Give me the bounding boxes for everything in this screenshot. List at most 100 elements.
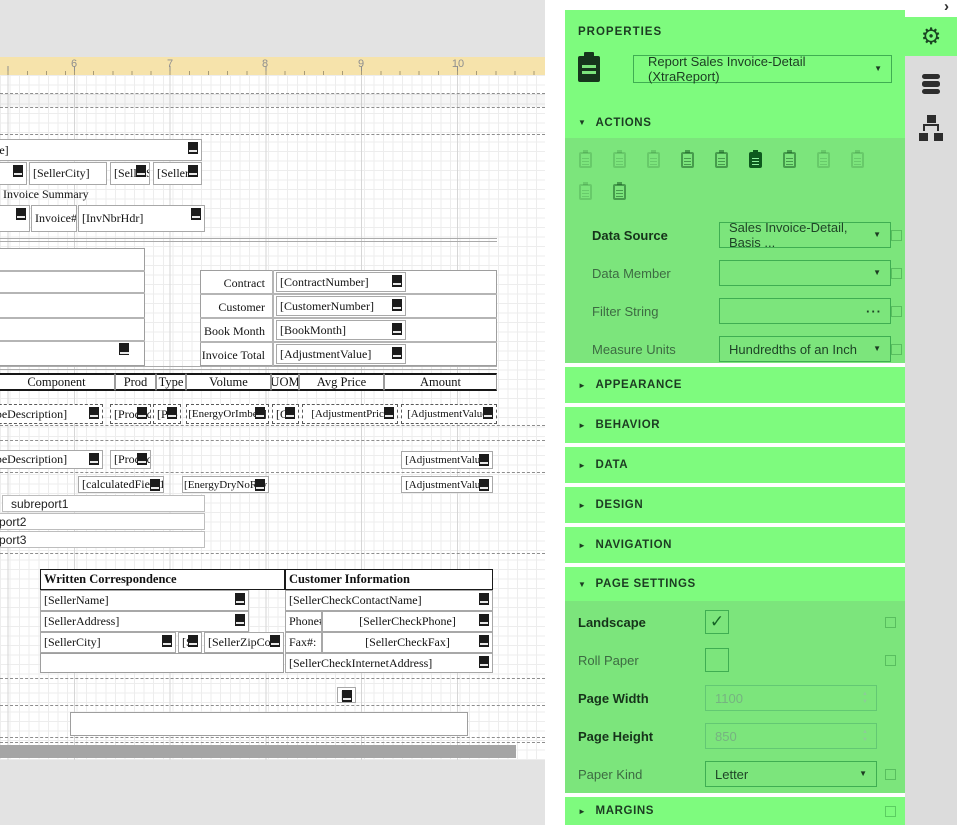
smart-tag-icon[interactable] bbox=[479, 635, 489, 647]
field-energy-or-imbed[interactable]: [EnergyOrImbed] bbox=[186, 404, 269, 424]
label-contract[interactable]: Contract bbox=[196, 274, 268, 292]
field-contract-number[interactable]: [ContractNumber] bbox=[276, 272, 406, 292]
smart-tag-icon[interactable] bbox=[119, 343, 129, 355]
label-customer[interactable]: Customer bbox=[196, 298, 268, 316]
field-adjustment-price[interactable]: [AdjustmentPrice bbox=[302, 404, 398, 424]
col-header-type[interactable]: Type bbox=[156, 373, 186, 391]
field-seller-check-phone[interactable]: [SellerCheckPhone] bbox=[322, 611, 493, 632]
smart-tag-icon[interactable] bbox=[188, 142, 198, 154]
header-written-correspondence[interactable]: Written Correspondence bbox=[40, 569, 285, 590]
field-book-month[interactable]: [BookMonth] bbox=[276, 320, 406, 340]
label-invoice-total[interactable]: Invoice Total bbox=[196, 346, 268, 364]
field-cut[interactable]: ] bbox=[0, 205, 30, 232]
subreport3[interactable]: subreport3 bbox=[0, 531, 205, 548]
field-uom[interactable]: [Or bbox=[272, 404, 299, 424]
field-seller-check-fax[interactable]: [SellerCheckFax] bbox=[322, 632, 493, 653]
field-seller-zip[interactable]: [Seller bbox=[153, 162, 202, 185]
collapse-panel-chevron[interactable]: › bbox=[944, 0, 949, 15]
filter-string-input[interactable]: ··· bbox=[719, 298, 891, 324]
smart-tag-icon[interactable] bbox=[384, 407, 394, 419]
smart-tag-icon[interactable] bbox=[479, 593, 489, 605]
smart-tag-icon[interactable] bbox=[255, 407, 265, 419]
property-marker-checkbox[interactable] bbox=[885, 769, 896, 780]
smart-tag-icon[interactable] bbox=[342, 690, 352, 702]
smart-tag-icon[interactable] bbox=[392, 347, 402, 359]
smart-tag-icon[interactable] bbox=[392, 323, 402, 335]
section-header-actions[interactable]: ▼ ACTIONS bbox=[578, 117, 651, 129]
subreport1[interactable]: subreport1 bbox=[2, 495, 205, 512]
smart-tag[interactable] bbox=[119, 342, 131, 356]
smart-tag-icon[interactable] bbox=[167, 407, 177, 419]
tab-field-list[interactable] bbox=[905, 68, 957, 100]
col-header-prod[interactable]: Prod bbox=[115, 373, 156, 391]
field-calculated-field[interactable]: [calculatedField1] bbox=[78, 476, 164, 493]
field-adjustment-value[interactable]: [AdjustmentValue] bbox=[276, 344, 406, 364]
action-clipboard-icon[interactable] bbox=[715, 152, 728, 168]
smart-tag-icon[interactable] bbox=[136, 165, 146, 177]
field-cut[interactable] bbox=[0, 162, 27, 185]
smart-tag-icon[interactable] bbox=[137, 453, 147, 465]
section-header-page-settings[interactable]: ▼ PAGE SETTINGS bbox=[578, 578, 696, 590]
smart-tag-icon[interactable] bbox=[89, 407, 99, 419]
header-customer-information[interactable]: Customer Information bbox=[285, 569, 493, 590]
section-header-appearance[interactable]: ►APPEARANCE bbox=[565, 367, 905, 403]
action-clipboard-icon[interactable] bbox=[749, 152, 762, 168]
horizontal-scrollbar[interactable] bbox=[0, 745, 516, 758]
field-seller-name[interactable]: [SellerName] bbox=[40, 590, 249, 611]
col-header-component[interactable]: Component bbox=[0, 373, 115, 391]
field-seller-name[interactable]: [SellerName] bbox=[0, 139, 202, 161]
field-energy-dry-no-rsv[interactable]: [EnergyDryNoRsv bbox=[182, 476, 269, 493]
smart-tag-icon[interactable] bbox=[270, 635, 280, 647]
field-inv-nbr-hdr[interactable]: [InvNbrHdr] bbox=[78, 205, 205, 232]
label-fax[interactable]: Fax#: bbox=[285, 632, 322, 653]
field-seller-address[interactable]: [SellerAddress] bbox=[40, 611, 249, 632]
empty-footer-box[interactable] bbox=[70, 712, 468, 736]
smart-tag-icon[interactable] bbox=[479, 656, 489, 668]
property-marker-checkbox[interactable] bbox=[885, 617, 896, 628]
smart-tag-icon[interactable] bbox=[188, 165, 198, 177]
field-seller-state[interactable]: [SellerS bbox=[110, 162, 150, 185]
col-header-amount[interactable]: Amount bbox=[384, 373, 497, 391]
smart-tag-icon[interactable] bbox=[188, 635, 198, 647]
field-product-code[interactable]: [Pro bbox=[153, 404, 181, 424]
field-seller-city[interactable]: [SellerCity] bbox=[29, 162, 107, 185]
smart-tag-icon[interactable] bbox=[392, 275, 402, 287]
section-header-design[interactable]: ►DESIGN bbox=[565, 487, 905, 523]
property-marker-checkbox[interactable] bbox=[885, 655, 896, 666]
smart-tag-icon[interactable] bbox=[483, 407, 493, 419]
smart-tag-icon[interactable] bbox=[89, 453, 99, 465]
label-book-month[interactable]: Book Month bbox=[196, 322, 268, 340]
landscape-checkbox[interactable]: ✓ bbox=[705, 610, 729, 634]
field-product[interactable]: [Produc bbox=[110, 404, 151, 424]
smart-tag-icon[interactable] bbox=[479, 454, 489, 466]
tab-properties[interactable]: ⚙ bbox=[905, 17, 957, 56]
empty-cell[interactable] bbox=[40, 653, 284, 673]
spinner-arrows-icon[interactable]: ▲▼ bbox=[862, 728, 868, 744]
field-product-type-description[interactable]: [ProductTypeDescription] bbox=[0, 450, 103, 469]
data-source-dropdown[interactable]: Sales Invoice-Detail, Basis ... ▼ bbox=[719, 222, 891, 248]
field-seller-zip-code[interactable]: [SellerZipCod bbox=[204, 632, 284, 653]
smart-tag-icon[interactable] bbox=[13, 165, 23, 177]
field-adjustment-value[interactable]: [AdjustmentValue] bbox=[401, 404, 497, 424]
spinner-arrows-icon[interactable]: ▲▼ bbox=[862, 690, 868, 706]
action-clipboard-icon[interactable] bbox=[783, 152, 796, 168]
label-invoice-summary[interactable]: Invoice Summary bbox=[0, 186, 130, 203]
section-header-navigation[interactable]: ►NAVIGATION bbox=[565, 527, 905, 563]
property-marker-checkbox[interactable] bbox=[891, 268, 902, 279]
property-marker-checkbox[interactable] bbox=[885, 806, 896, 817]
label-phone[interactable]: Phone#: bbox=[285, 611, 322, 632]
ellipsis-button[interactable]: ··· bbox=[866, 304, 882, 319]
smart-tag-icon[interactable] bbox=[162, 635, 172, 647]
band-splitter[interactable] bbox=[0, 94, 545, 107]
field-seller-state[interactable]: [S bbox=[178, 632, 202, 653]
page-width-spinner[interactable]: 1100 ▲▼ bbox=[705, 685, 877, 711]
paper-kind-dropdown[interactable]: Letter ▼ bbox=[705, 761, 877, 787]
data-member-dropdown[interactable]: ▼ bbox=[719, 260, 891, 286]
report-selector-dropdown[interactable]: Report Sales Invoice-Detail (XtraReport)… bbox=[633, 55, 892, 83]
smart-tag-icon[interactable] bbox=[191, 208, 201, 220]
field-page-info[interactable]: [ bbox=[337, 687, 356, 703]
property-marker-checkbox[interactable] bbox=[891, 344, 902, 355]
field-customer-number[interactable]: [CustomerNumber] bbox=[276, 296, 406, 316]
col-header-uom[interactable]: UOM bbox=[271, 373, 299, 391]
smart-tag-icon[interactable] bbox=[479, 614, 489, 626]
